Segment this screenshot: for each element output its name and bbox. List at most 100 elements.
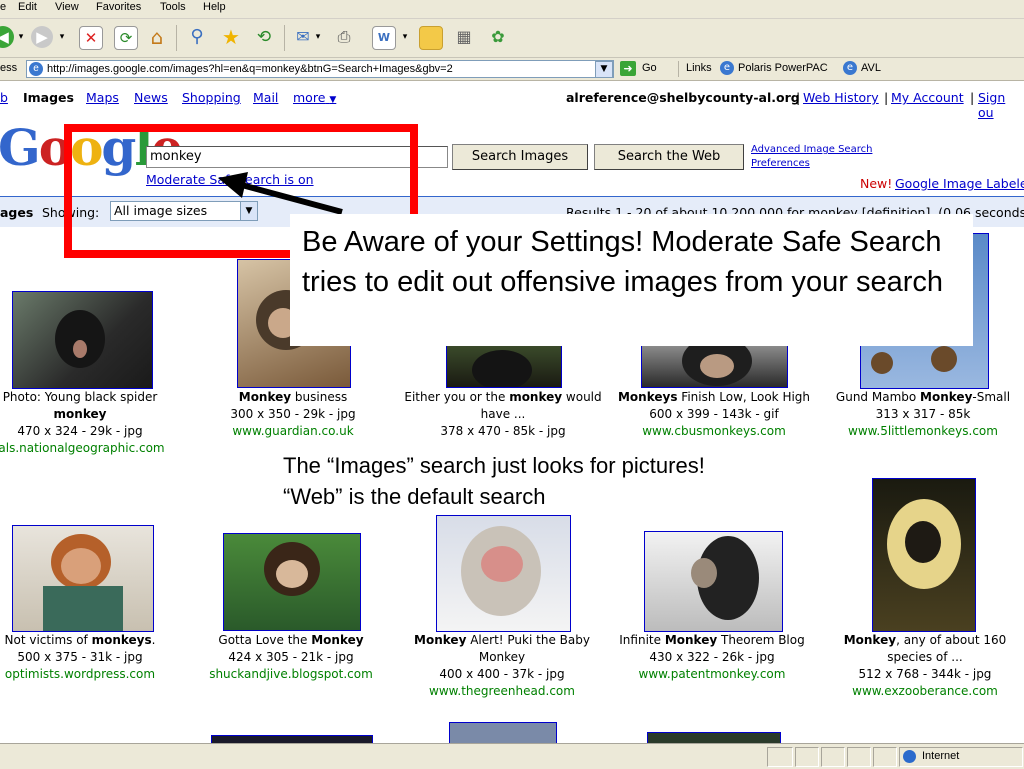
nav-mail[interactable]: Mail [253, 90, 278, 105]
result-site-link[interactable]: www.cbusmonkeys.com [642, 424, 786, 438]
result-caption: Infinite Monkey Theorem Blog 430 x 322 -… [619, 633, 805, 681]
links-label[interactable]: Links [686, 62, 712, 74]
result-image[interactable] [436, 515, 571, 632]
result-site-link[interactable]: shuckandjive.blogspot.com [209, 667, 373, 681]
address-separator [678, 61, 679, 77]
google-nav: b Images Maps News Shopping Mail more ▼ … [0, 90, 1024, 120]
nav-sign-out[interactable]: Sign ou [978, 90, 1024, 120]
status-zone-panel: Internet [899, 747, 1023, 767]
new-label: New! [860, 176, 893, 191]
nav-separator: | [970, 90, 975, 105]
preferences-link[interactable]: Preferences [751, 158, 810, 169]
result-image[interactable] [644, 531, 783, 632]
status-panel [873, 747, 897, 767]
result-image[interactable] [446, 345, 562, 388]
address-input[interactable]: e http://images.google.com/images?hl=en&q… [26, 60, 614, 78]
nav-maps[interactable]: Maps [86, 90, 119, 105]
result-image[interactable] [449, 722, 557, 745]
favorites-star-icon[interactable]: ★ [220, 26, 242, 48]
result-image[interactable] [641, 345, 788, 388]
go-button[interactable]: Go [642, 62, 657, 74]
result-caption: Not victims of monkeys. 500 x 375 - 31k … [4, 633, 156, 681]
nav-web-history[interactable]: Web History [803, 90, 879, 105]
image-labeler-link[interactable]: Google Image Labele [895, 176, 1024, 191]
link-polaris[interactable]: Polaris PowerPAC [738, 62, 828, 74]
nav-news[interactable]: News [134, 90, 168, 105]
word-icon[interactable]: W [372, 26, 396, 50]
more-dropdown-icon: ▼ [329, 95, 337, 105]
nav-web[interactable]: b [0, 90, 8, 105]
result-caption: Monkey, any of about 160 species of ... … [843, 633, 1007, 698]
stop-icon[interactable]: ✕ [79, 26, 103, 50]
result-image[interactable] [12, 525, 154, 632]
status-zone: Internet [922, 750, 960, 762]
toolbar-separator [176, 25, 177, 51]
callout-settings: Be Aware of your Settings! Moderate Safe… [290, 214, 973, 346]
status-panel [767, 747, 793, 767]
address-dropdown-icon[interactable]: ▼ [595, 61, 613, 78]
back-icon[interactable]: ◀ [0, 26, 14, 48]
result-caption: Gotta Love the Monkey 424 x 305 - 21k - … [209, 633, 373, 681]
user-email: alreference@shelbycounty-al.org [566, 90, 800, 105]
internet-globe-icon [903, 750, 916, 763]
nav-separator: | [884, 90, 889, 105]
result-image[interactable] [223, 533, 361, 631]
menu-file[interactable]: e [0, 1, 6, 13]
result-image[interactable] [872, 478, 976, 632]
result-site-link[interactable]: imals.nationalgeographic.com [0, 441, 165, 455]
back-dropdown-icon[interactable]: ▾ [16, 26, 26, 48]
menu-edit[interactable]: Edit [18, 1, 37, 13]
menu-help[interactable]: Help [203, 1, 226, 13]
result-image[interactable] [12, 291, 153, 389]
result-caption: Monkey Alert! Puki the Baby Monkey 400 x… [414, 633, 590, 698]
callout-images-search: The “Images” search just looks for pictu… [283, 453, 705, 509]
result-caption: Photo: Young black spider monkey 470 x 32… [0, 389, 180, 457]
search-icon[interactable]: ⚲ [186, 26, 208, 48]
nav-shopping[interactable]: Shopping [182, 90, 241, 105]
arrow-pointer [218, 172, 343, 215]
nav-more[interactable]: more ▼ [293, 90, 336, 105]
mail-icon[interactable]: ✉ [292, 26, 314, 48]
advanced-image-search-link[interactable]: Advanced Image Search [751, 144, 872, 155]
menu-tools[interactable]: Tools [160, 1, 186, 13]
mail-dropdown-icon[interactable]: ▾ [313, 26, 323, 48]
result-site-link[interactable]: www.5littlemonkeys.com [848, 424, 998, 438]
result-site-link[interactable]: www.patentmonkey.com [639, 667, 786, 681]
link-avl[interactable]: AVL [861, 62, 881, 74]
toolbar-separator [284, 25, 285, 51]
forward-dropdown-icon[interactable]: ▾ [57, 26, 67, 48]
menu-favorites[interactable]: Favorites [96, 1, 141, 13]
print-icon[interactable]: ⎙ [333, 26, 355, 48]
menu-view[interactable]: View [55, 1, 79, 13]
result-site-link[interactable]: www.guardian.co.uk [232, 424, 353, 438]
result-caption: Either you or the monkey would have ... … [404, 390, 602, 438]
result-site-link[interactable]: www.exzooberance.com [852, 684, 998, 698]
forward-icon[interactable]: ▶ [31, 26, 53, 48]
folder-icon[interactable] [419, 26, 443, 50]
refresh-icon[interactable]: ⟳ [114, 26, 138, 50]
result-site-link[interactable]: optimists.wordpress.com [5, 667, 155, 681]
result-caption: Monkeys Finish Low, Look High 600 x 399 … [617, 390, 811, 438]
search-images-button[interactable]: Search Images [452, 144, 588, 170]
status-panel [795, 747, 819, 767]
ie-link-icon: e [720, 61, 734, 75]
result-caption: Monkey business 300 x 350 - 29k - jpg ww… [230, 390, 356, 438]
result-caption: Gund Mambo Monkey-Small 313 x 317 - 85k … [835, 390, 1011, 438]
go-arrow-icon[interactable]: ➜ [620, 61, 636, 76]
status-bar: Internet [0, 743, 1024, 769]
status-panel [821, 747, 845, 767]
history-icon[interactable]: ⟲ [253, 26, 275, 48]
edit-dropdown-icon[interactable]: ▾ [400, 26, 410, 48]
nav-my-account[interactable]: My Account [891, 90, 964, 105]
home-icon[interactable]: ⌂ [146, 26, 168, 48]
menu-bar: e Edit View Favorites Tools Help [0, 0, 1024, 19]
toolbar: ◀ ▾ ▶ ▾ ✕ ⟳ ⌂ ⚲ ★ ⟲ ✉ ▾ ⎙ W ▾ ▦ ✿ [0, 19, 1024, 58]
result-site-link[interactable]: www.thegreenhead.com [429, 684, 575, 698]
nav-separator: | [796, 90, 801, 105]
research-icon[interactable]: ▦ [453, 26, 475, 48]
address-label: ess [0, 62, 18, 74]
search-web-button[interactable]: Search the Web [594, 144, 744, 170]
address-bar: ess e http://images.google.com/images?hl=… [0, 58, 1024, 81]
address-url: http://images.google.com/images?hl=en&q=… [47, 63, 453, 75]
messenger-icon[interactable]: ✿ [487, 26, 509, 48]
